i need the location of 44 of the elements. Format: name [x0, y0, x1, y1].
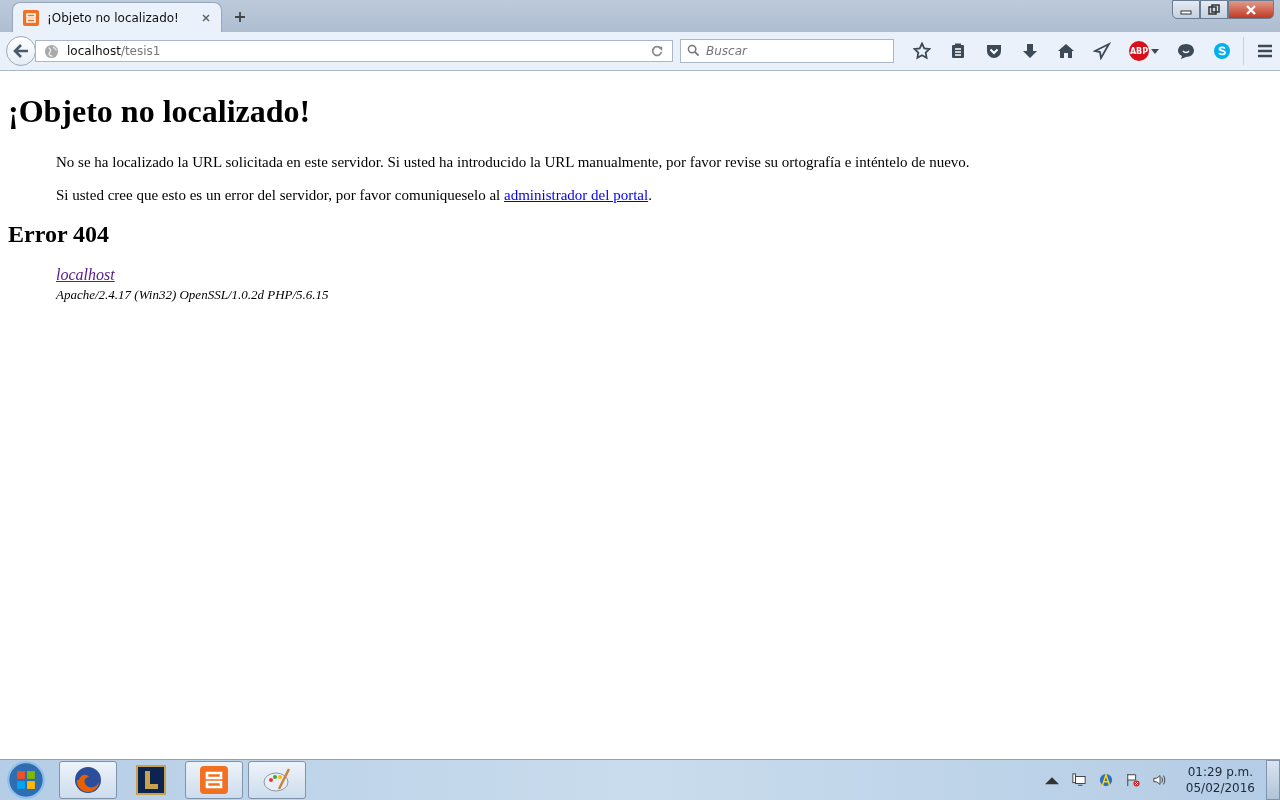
close-icon — [1244, 3, 1258, 16]
error-code: Error 404 — [8, 220, 111, 248]
reload-icon[interactable] — [650, 44, 664, 58]
pocket-icon[interactable] — [985, 42, 1003, 60]
paper-plane-icon[interactable] — [1093, 42, 1111, 60]
close-icon[interactable] — [201, 12, 211, 23]
back-arrow-icon — [13, 44, 29, 58]
address-bar[interactable]: localhost/tesis1 — [35, 40, 673, 62]
start-button[interactable] — [6, 760, 46, 800]
contact-message: Si usted cree que esto es un error del servidor, por favor comuniqueselo al administrador del portal. — [56, 187, 653, 205]
home-icon[interactable] — [1057, 42, 1075, 60]
chat-icon[interactable] — [1177, 42, 1195, 60]
network-icon[interactable] — [1071, 773, 1086, 787]
xampp-icon — [199, 765, 229, 795]
flag-icon[interactable] — [1125, 773, 1140, 787]
search-icon — [687, 44, 700, 57]
paint-taskbar-button[interactable] — [248, 761, 306, 799]
speaker-icon[interactable] — [1152, 773, 1167, 787]
firefox-taskbar-button[interactable] — [59, 761, 117, 799]
clipboard-icon[interactable] — [949, 42, 967, 60]
restore-button[interactable] — [1200, 0, 1228, 19]
clock[interactable]: 01:29 p.m. 05/02/2016 — [1185, 765, 1255, 795]
globe-icon — [44, 43, 59, 59]
server-link[interactable]: localhost — [56, 265, 115, 284]
menu-icon[interactable] — [1256, 42, 1274, 60]
plus-icon[interactable] — [234, 11, 246, 23]
antenna-icon[interactable] — [1098, 773, 1113, 787]
page-heading: ¡Objeto no localizado! — [8, 93, 312, 130]
restore-icon — [1208, 3, 1220, 16]
download-icon[interactable] — [1021, 42, 1039, 60]
server-signature: Apache/2.4.17 (Win32) OpenSSL/1.0.2d PHP/5.6.15 — [56, 286, 329, 303]
error-message: No se ha localizado la URL solicitada en este servidor. Si usted ha introducido la URL manualmente, por favor revise su ortografía e inténtelo de nuevo. — [56, 154, 971, 172]
url-text: localhost/tesis1 — [67, 44, 162, 58]
close-button[interactable] — [1228, 0, 1274, 19]
firefox-icon — [73, 765, 103, 795]
browser-tab[interactable]: ¡Objeto no localizado! — [12, 2, 222, 32]
back-button[interactable] — [6, 36, 36, 66]
caret-icon — [1151, 48, 1159, 54]
xampp-taskbar-button[interactable] — [185, 761, 243, 799]
star-icon[interactable] — [913, 42, 931, 60]
minimize-button[interactable] — [1172, 0, 1200, 19]
game-icon — [136, 765, 166, 795]
xampp-icon — [23, 9, 39, 26]
search-field[interactable]: Buscar — [680, 39, 894, 63]
